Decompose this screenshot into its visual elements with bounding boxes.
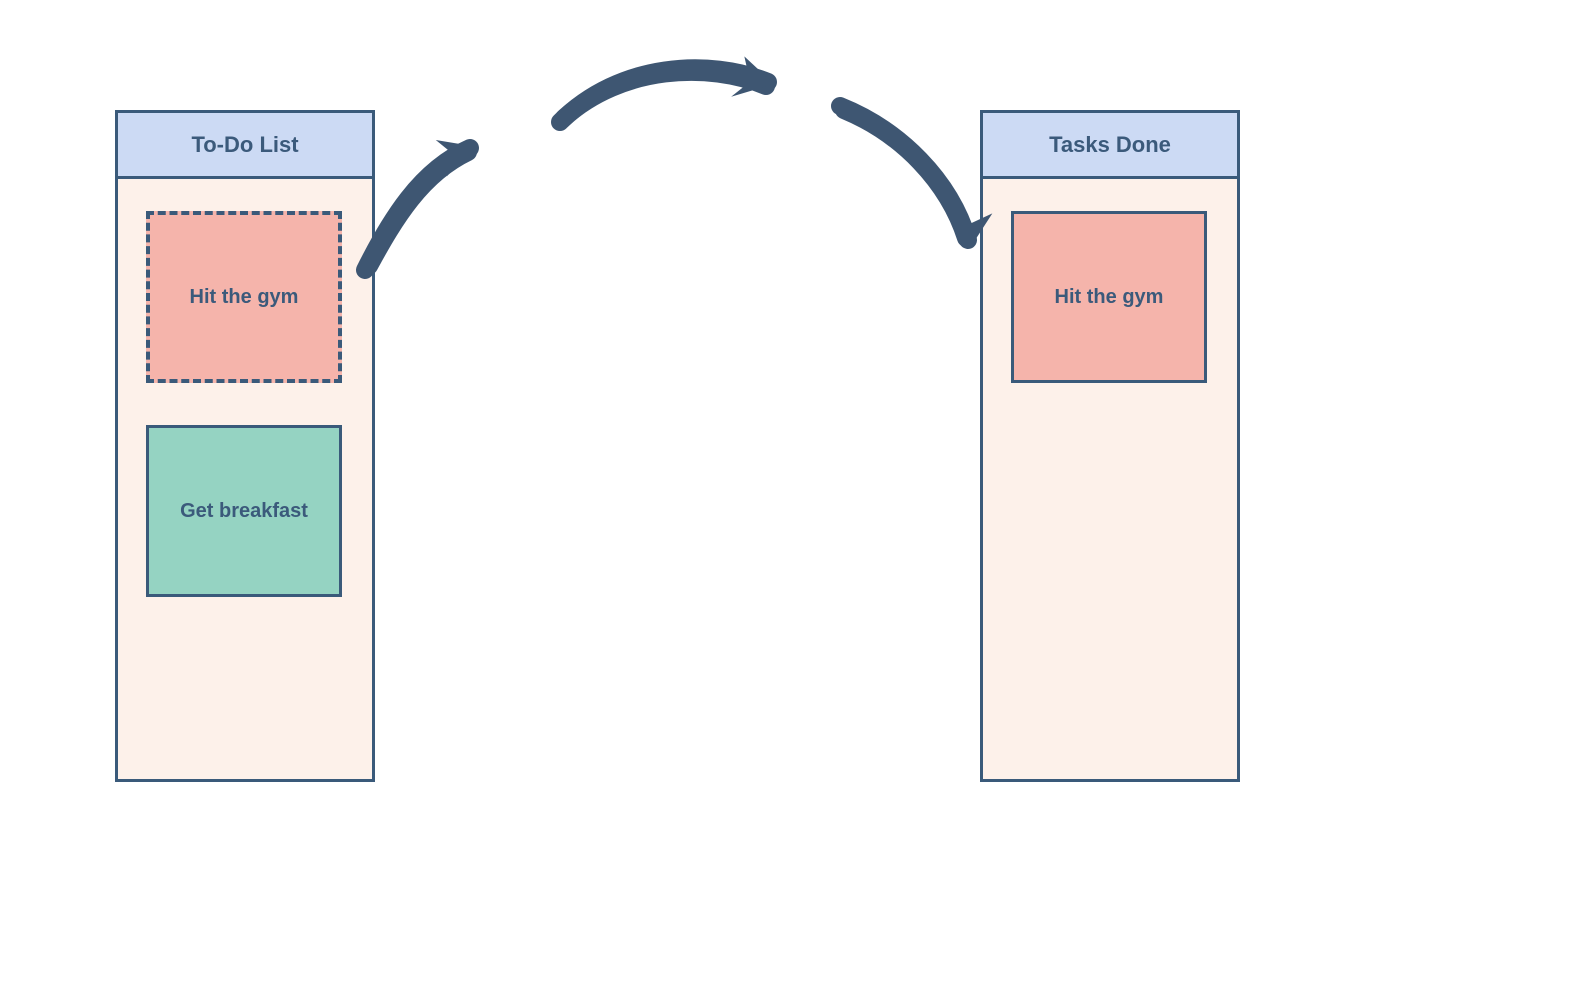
todo-column-header: To-Do List bbox=[118, 113, 372, 179]
done-column-header: Tasks Done bbox=[983, 113, 1237, 179]
todo-card[interactable]: Get breakfast bbox=[146, 425, 342, 597]
drag-arrow-group bbox=[360, 40, 990, 300]
card-label: Hit the gym bbox=[190, 286, 299, 309]
todo-column-title: To-Do List bbox=[191, 132, 298, 158]
done-card[interactable]: Hit the gym bbox=[1011, 211, 1207, 383]
todo-column-body[interactable]: Hit the gym Get breakfast bbox=[118, 179, 372, 779]
drag-arrows-icon bbox=[360, 40, 990, 300]
todo-card-dragging[interactable]: Hit the gym bbox=[146, 211, 342, 383]
done-column-title: Tasks Done bbox=[1049, 132, 1171, 158]
done-column[interactable]: Tasks Done Hit the gym bbox=[980, 110, 1240, 782]
card-label: Get breakfast bbox=[180, 500, 308, 523]
done-column-body[interactable]: Hit the gym bbox=[983, 179, 1237, 779]
todo-column[interactable]: To-Do List Hit the gym Get breakfast bbox=[115, 110, 375, 782]
card-label: Hit the gym bbox=[1055, 286, 1164, 309]
